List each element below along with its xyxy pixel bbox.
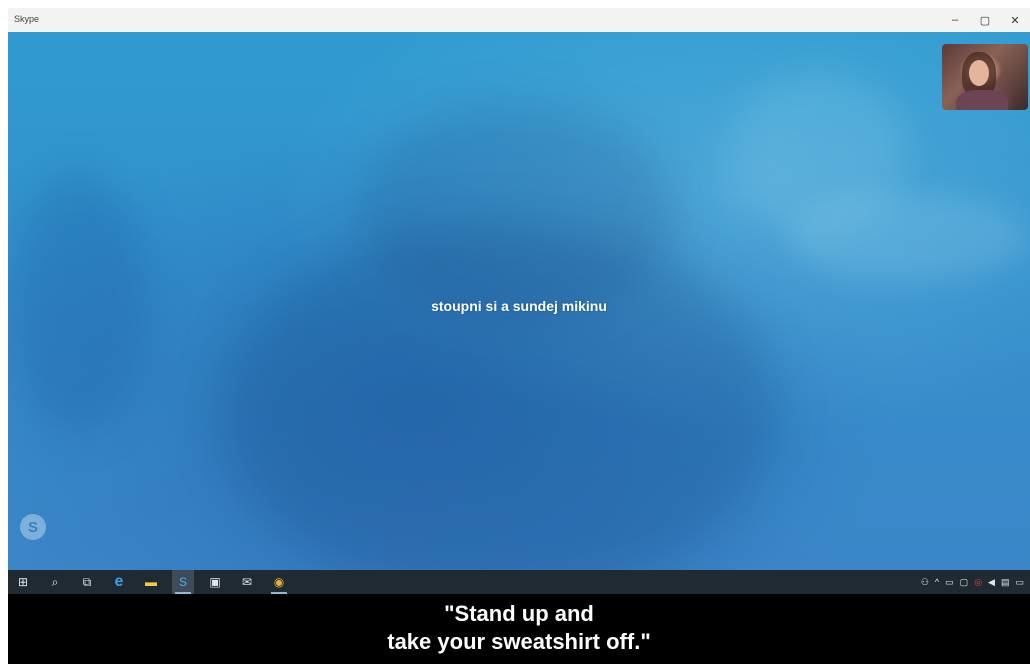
subtitle-line-2: take your sweatshirt off." <box>387 629 651 654</box>
people-icon[interactable]: ⚇ <box>921 577 929 588</box>
background-blur <box>788 192 1028 282</box>
chrome-icon[interactable]: ◉ <box>268 570 290 594</box>
movie-subtitle: "Stand up and take your sweatshirt off." <box>8 594 1030 664</box>
taskbar-pinned-apps: ⊞ ⌕ ⧉ e ▬ S ▣ ✉ ◉ <box>8 570 300 594</box>
windows-start-icon[interactable]: ⊞ <box>12 570 34 594</box>
notifications-icon[interactable]: ▭ <box>1015 577 1024 588</box>
skype-tray-icon[interactable]: ◎ <box>974 577 982 588</box>
subtitle-line-1: "Stand up and <box>444 601 594 626</box>
self-view-video[interactable] <box>942 44 1028 110</box>
background-blur <box>358 102 678 322</box>
mail-icon[interactable]: ✉ <box>236 570 258 594</box>
window-controls: – ▢ ✕ <box>940 8 1030 32</box>
window-title: Skype <box>14 14 40 24</box>
monitor-icon[interactable]: ▢ <box>960 577 969 588</box>
call-message: stoupni si a sundej mikinu <box>431 298 607 314</box>
close-button[interactable]: ✕ <box>1000 8 1030 32</box>
minimize-button[interactable]: – <box>940 8 970 32</box>
volume-icon[interactable]: ◀ <box>988 577 995 588</box>
keyboard-icon[interactable]: ▤ <box>1001 577 1010 588</box>
self-view-face <box>969 60 989 86</box>
skype-logo-icon: S <box>20 514 46 540</box>
skype-icon[interactable]: S <box>172 570 194 594</box>
store-icon[interactable]: ▣ <box>204 570 226 594</box>
self-view-body <box>956 90 1008 110</box>
network-icon[interactable]: ▭ <box>945 577 954 588</box>
call-video-area[interactable]: stoupni si a sundej mikinu S <box>8 32 1030 570</box>
show-hidden-icons-icon[interactable]: ^ <box>935 577 939 587</box>
system-tray: ⚇ ^ ▭ ▢ ◎ ◀ ▤ ▭ <box>921 570 1024 594</box>
file-explorer-icon[interactable]: ▬ <box>140 570 162 594</box>
skype-window: Skype – ▢ ✕ stoupni si a sundej mikinu S… <box>8 8 1030 664</box>
edge-icon[interactable]: e <box>108 570 130 594</box>
title-bar: Skype – ▢ ✕ <box>8 8 1030 33</box>
search-icon[interactable]: ⌕ <box>44 570 66 594</box>
restore-button[interactable]: ▢ <box>970 8 1000 32</box>
task-view-icon[interactable]: ⧉ <box>76 570 98 594</box>
windows-taskbar: ⊞ ⌕ ⧉ e ▬ S ▣ ✉ ◉ ⚇ ^ ▭ ▢ ◎ ◀ ▤ ▭ <box>8 570 1030 594</box>
